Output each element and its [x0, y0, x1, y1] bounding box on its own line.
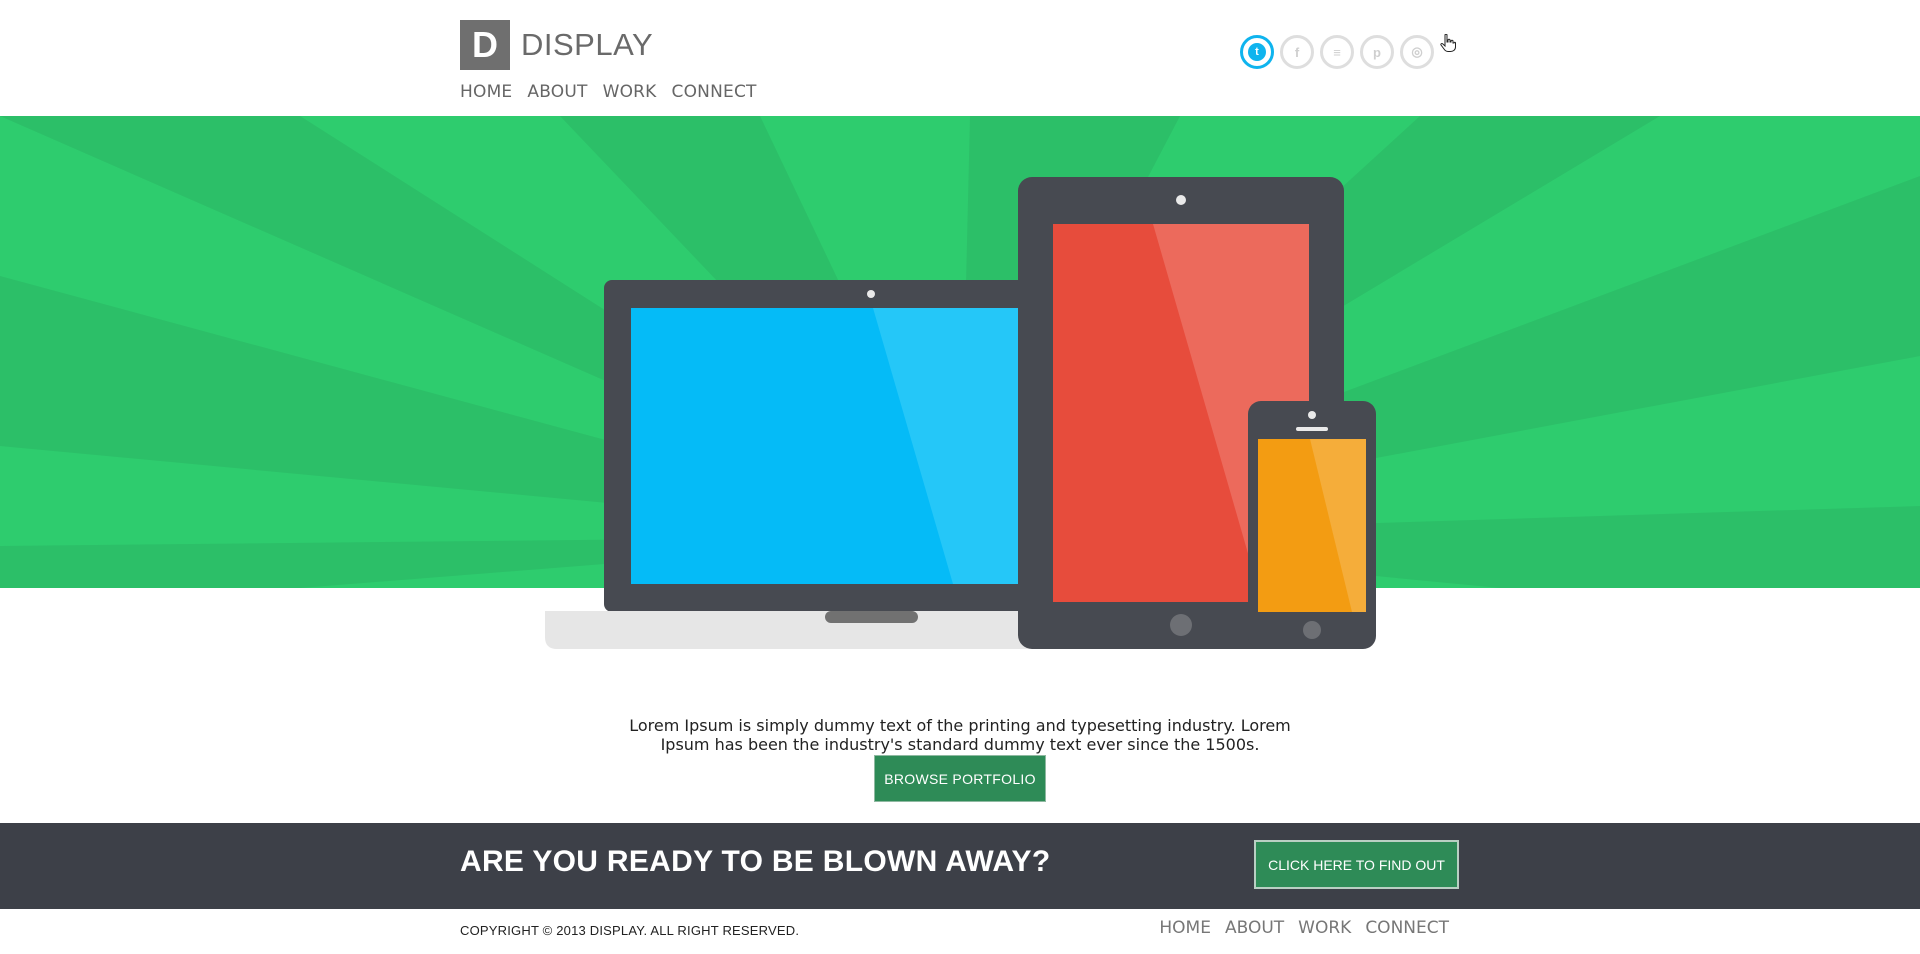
- logo-mark: D: [460, 20, 510, 70]
- intro-text: Lorem Ipsum is simply dummy text of the …: [629, 716, 1291, 754]
- social-links: t f ≡ p ◎: [1240, 35, 1434, 69]
- banner-heading: ARE YOU READY TO BE BLOWN AWAY?: [460, 845, 1051, 878]
- footer-nav-about[interactable]: ABOUT: [1225, 918, 1284, 938]
- nav-work[interactable]: WORK: [603, 82, 657, 102]
- laptop-base: [545, 611, 1034, 649]
- twitter-glyph: t: [1248, 43, 1266, 61]
- logo-text: DISPLAY: [521, 27, 654, 62]
- phone-camera: [1308, 411, 1316, 419]
- tablet-camera: [1176, 195, 1186, 205]
- footer-nav-home[interactable]: HOME: [1159, 918, 1211, 938]
- phone-home-button: [1303, 621, 1321, 639]
- hand-cursor-icon: [1440, 34, 1456, 52]
- footer-nav-connect[interactable]: CONNECT: [1365, 918, 1449, 938]
- facebook-icon[interactable]: f: [1280, 35, 1314, 69]
- copyright-text: COPYRIGHT © 2013 DISPLAY. ALL RIGHT RESE…: [460, 923, 800, 938]
- main-nav: HOME ABOUT WORK CONNECT: [460, 82, 757, 102]
- phone-speaker: [1296, 427, 1328, 431]
- phone-graphic: [1248, 401, 1376, 649]
- footer-nav: HOME ABOUT WORK CONNECT: [1159, 918, 1449, 938]
- nav-connect[interactable]: CONNECT: [672, 82, 757, 102]
- footer-nav-work[interactable]: WORK: [1298, 918, 1351, 938]
- find-out-button[interactable]: CLICK HERE TO FIND OUT: [1254, 840, 1459, 889]
- nav-home[interactable]: HOME: [460, 82, 512, 102]
- twitter-icon[interactable]: t: [1240, 35, 1274, 69]
- cta-banner: ARE YOU READY TO BE BLOWN AWAY? CLICK HE…: [0, 823, 1920, 909]
- nav-about[interactable]: ABOUT: [527, 82, 587, 102]
- laptop-camera: [867, 290, 875, 298]
- browse-portfolio-button[interactable]: BROWSE PORTFOLIO: [874, 755, 1046, 802]
- tablet-home-button: [1170, 614, 1192, 636]
- rss-icon[interactable]: ≡: [1320, 35, 1354, 69]
- dribbble-icon[interactable]: ◎: [1400, 35, 1434, 69]
- site-logo[interactable]: D DISPLAY: [460, 20, 653, 70]
- laptop-graphic: [545, 280, 1034, 649]
- pinterest-icon[interactable]: p: [1360, 35, 1394, 69]
- laptop-trackpad-notch: [825, 611, 918, 623]
